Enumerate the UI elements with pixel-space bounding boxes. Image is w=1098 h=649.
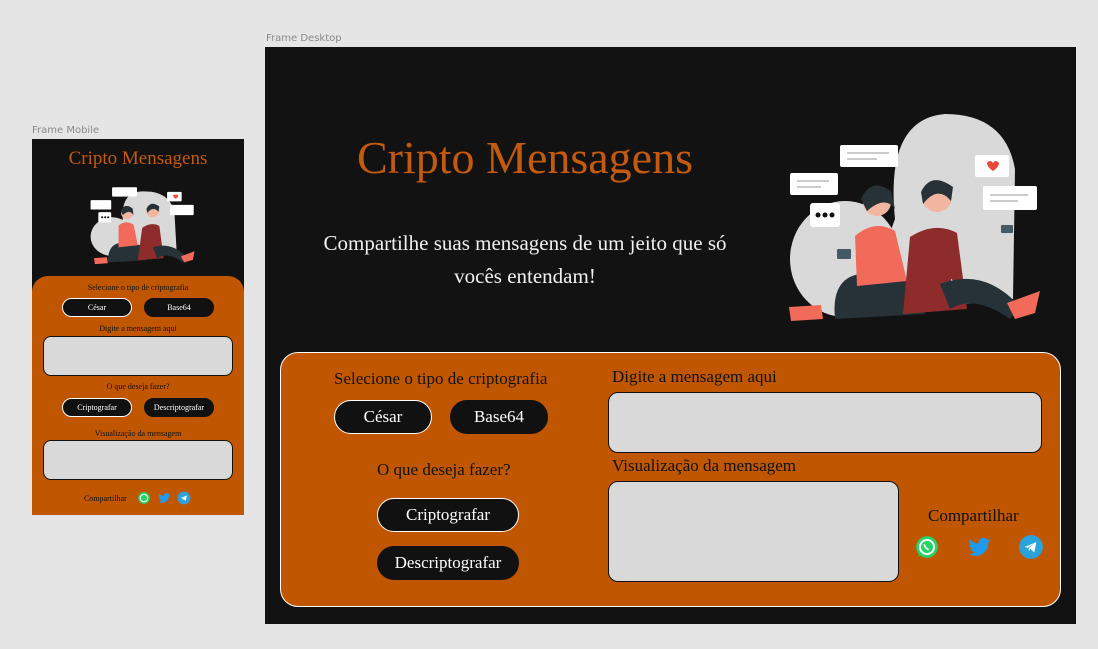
- encrypt-button[interactable]: Criptografar: [377, 498, 519, 532]
- message-label: Digite a mensagem aqui: [612, 367, 777, 386]
- mobile-share-row: Compartilhar: [84, 491, 191, 505]
- telegram-icon[interactable]: [1018, 534, 1044, 560]
- message-input[interactable]: [608, 392, 1042, 453]
- telegram-icon[interactable]: [177, 491, 191, 505]
- message-input[interactable]: [43, 336, 233, 376]
- app-title: Cripto Mensagens: [68, 148, 208, 169]
- hero-illustration: [789, 114, 1040, 321]
- preview-label: Visualização da mensagem: [94, 429, 182, 438]
- desktop-frame-label: Frame Desktop: [266, 33, 342, 44]
- decrypt-button[interactable]: Descriptografar: [377, 546, 519, 580]
- decrypt-button[interactable]: Descriptografar: [144, 398, 214, 417]
- cesar-button[interactable]: César: [62, 298, 132, 317]
- preview-box: [43, 440, 233, 480]
- preview-label: Visualização da mensagem: [612, 456, 797, 475]
- cesar-button[interactable]: César: [334, 400, 432, 434]
- share-icons: [914, 534, 1044, 560]
- crypto-type-label: Selecione o tipo de criptografia: [334, 369, 548, 388]
- base64-button[interactable]: Base64: [144, 298, 214, 317]
- whatsapp-icon[interactable]: [914, 534, 940, 560]
- action-label: O que deseja fazer?: [377, 460, 511, 479]
- mobile-frame-label: Frame Mobile: [32, 125, 100, 136]
- desktop-frame: Cripto Mensagens Compartilhe suas mensag…: [265, 47, 1076, 624]
- base64-button[interactable]: Base64: [450, 400, 548, 434]
- action-label: O que deseja fazer?: [106, 382, 170, 391]
- share-label: Compartilhar: [928, 506, 1019, 525]
- twitter-icon[interactable]: [157, 491, 171, 505]
- mobile-frame: Cripto Mensagens Selecione o tipo de cri…: [32, 139, 244, 515]
- share-label: Compartilhar: [84, 493, 127, 503]
- hero-illustration: [90, 187, 195, 265]
- encrypt-button[interactable]: Criptografar: [62, 398, 132, 417]
- app-title: Cripto Mensagens: [356, 132, 693, 183]
- crypto-type-label: Selecione o tipo de criptografia: [87, 283, 189, 292]
- app-subtitle: Compartilhe suas mensagens de um jeito q…: [323, 231, 727, 288]
- whatsapp-icon[interactable]: [137, 491, 151, 505]
- preview-box: [608, 481, 899, 582]
- message-label: Digite a mensagem aqui: [99, 324, 177, 333]
- twitter-icon[interactable]: [966, 534, 992, 560]
